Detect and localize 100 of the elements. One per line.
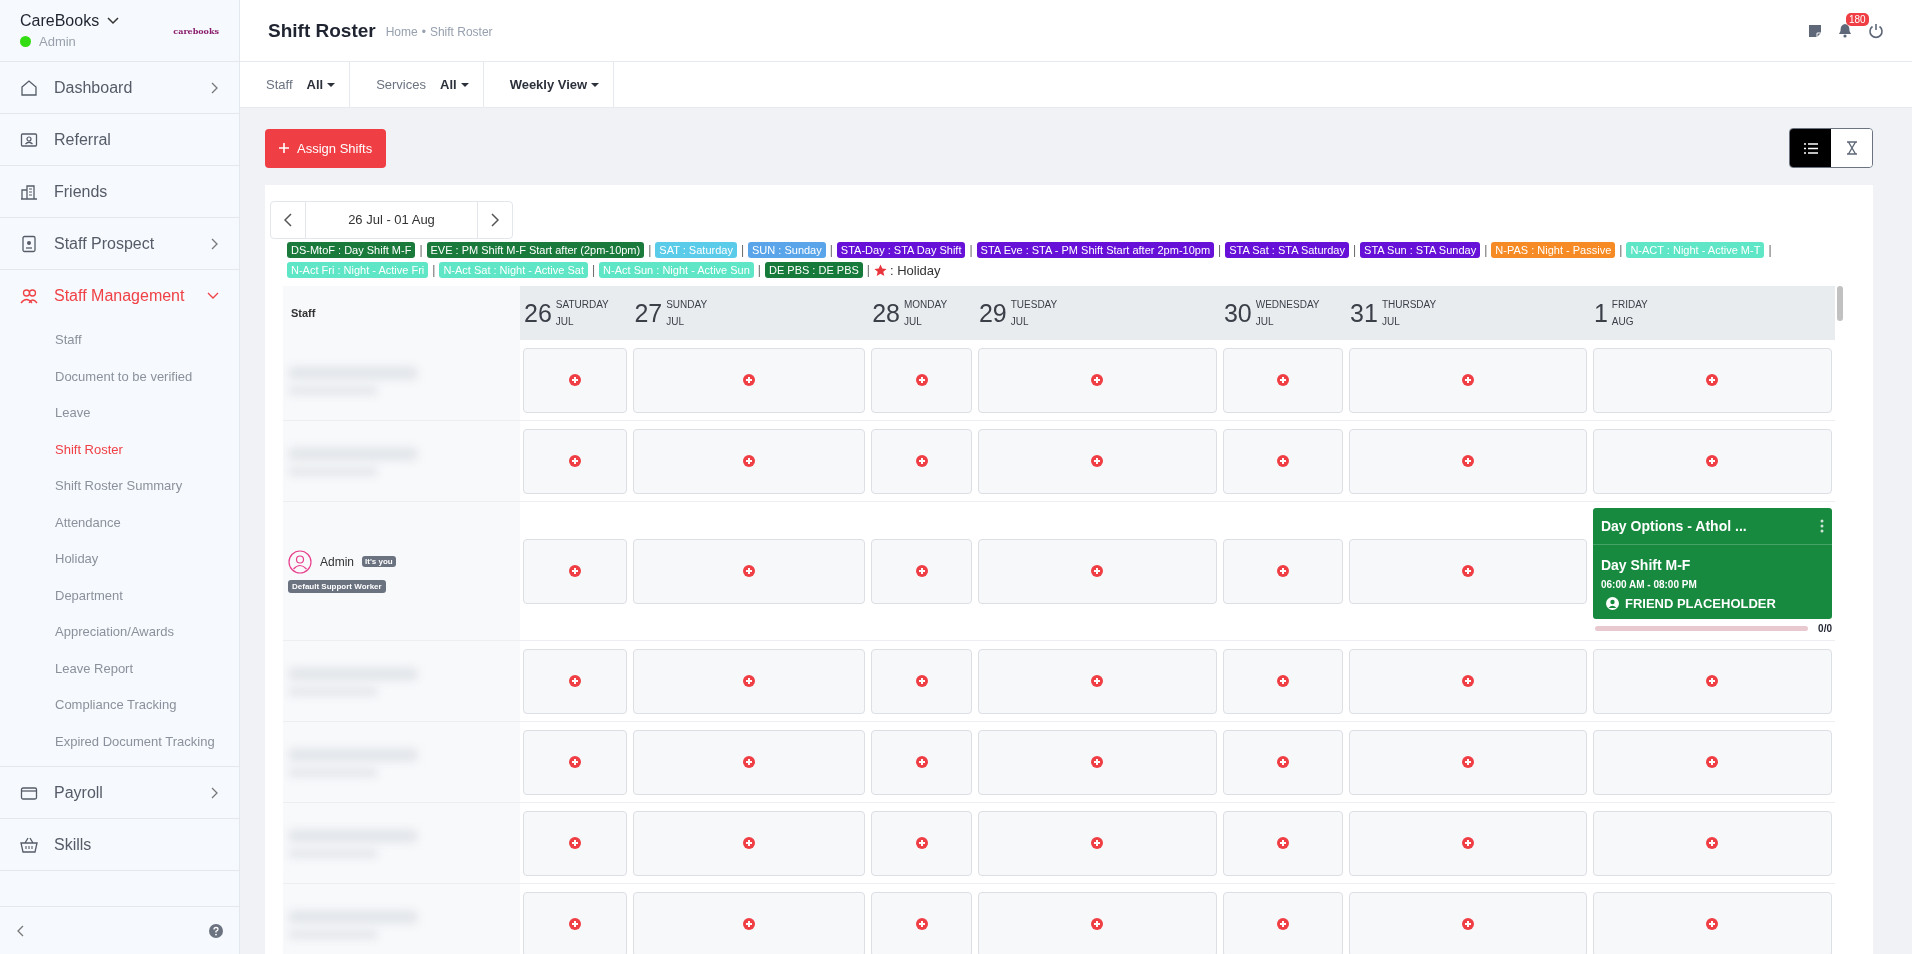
add-shift-slot[interactable]	[977, 347, 1217, 413]
shift-card[interactable]: Day Options - Athol ... Day Shift M-F 06:00 AM - 08:00 PM FRIEND PLACEHOLDER	[1592, 508, 1832, 619]
legend-tag: N-Act Sat : Night - Active Sat	[439, 262, 588, 278]
add-shift-slot[interactable]	[1349, 810, 1587, 876]
add-shift-slot[interactable]	[1592, 347, 1832, 413]
add-shift-slot[interactable]	[977, 729, 1217, 795]
view-toggle[interactable]	[1831, 129, 1872, 167]
add-shift-slot[interactable]	[633, 538, 866, 604]
add-shift-slot[interactable]	[871, 729, 972, 795]
plus-circle-icon	[1706, 918, 1719, 930]
day-number: 30	[1223, 298, 1252, 328]
view-toggle[interactable]	[1790, 129, 1831, 167]
add-shift-slot[interactable]	[633, 810, 866, 876]
add-shift-slot[interactable]	[633, 891, 866, 954]
sidebar-subitem[interactable]: Compliance Tracking	[0, 687, 239, 724]
bell-icon[interactable]	[1838, 23, 1852, 38]
add-shift-slot[interactable]	[1349, 729, 1587, 795]
plus-circle-icon	[1277, 918, 1290, 930]
plus-circle-icon	[1462, 918, 1475, 930]
scrollbar-thumb[interactable]	[1837, 286, 1843, 321]
add-shift-slot[interactable]	[977, 538, 1217, 604]
brand-menu[interactable]: CareBooks	[20, 12, 120, 30]
breadcrumb-link[interactable]: Shift Roster	[429, 24, 493, 39]
sidebar-item[interactable]: Staff Management	[0, 270, 239, 322]
collapse-chevron-icon[interactable]	[16, 924, 24, 937]
add-shift-slot[interactable]	[977, 428, 1217, 494]
day-number: 28	[872, 298, 900, 328]
add-shift-slot[interactable]	[523, 891, 628, 954]
sidebar-subitem[interactable]: Document to be verified	[0, 358, 239, 395]
sidebar-subitem[interactable]: Leave Report	[0, 650, 239, 687]
add-shift-slot[interactable]	[1349, 891, 1587, 954]
filter-dropdown[interactable]: Weekly View	[509, 77, 600, 92]
add-shift-slot[interactable]	[1349, 538, 1587, 604]
add-shift-slot[interactable]	[523, 428, 628, 494]
add-shift-slot[interactable]	[633, 648, 866, 714]
list-icon	[1803, 142, 1818, 154]
add-shift-slot[interactable]	[1592, 428, 1832, 494]
add-shift-slot[interactable]	[871, 347, 972, 413]
assign-shifts-button[interactable]: Assign Shifts	[265, 128, 387, 168]
help-icon[interactable]	[209, 923, 223, 938]
add-shift-slot[interactable]	[871, 428, 972, 494]
sidebar-subitem[interactable]: Shift Roster	[0, 431, 239, 468]
filter-dropdown[interactable]: All	[440, 77, 469, 92]
add-shift-slot[interactable]	[523, 347, 628, 413]
legend-tag: SUN : Sunday	[748, 242, 826, 258]
add-shift-slot[interactable]	[633, 729, 866, 795]
add-shift-slot[interactable]	[1592, 729, 1832, 795]
legend-separator: |	[1352, 243, 1357, 257]
add-shift-slot[interactable]	[523, 729, 628, 795]
add-shift-slot[interactable]	[871, 810, 972, 876]
add-shift-slot[interactable]	[1222, 891, 1344, 954]
add-shift-slot[interactable]	[523, 810, 628, 876]
add-shift-slot[interactable]	[523, 648, 628, 714]
power-icon[interactable]	[1868, 22, 1884, 39]
add-shift-slot[interactable]	[1592, 891, 1832, 954]
add-shift-slot[interactable]	[633, 428, 866, 494]
add-shift-slot[interactable]	[977, 810, 1217, 876]
breadcrumb-link[interactable]: Home	[385, 24, 418, 39]
add-shift-slot[interactable]	[1349, 428, 1587, 494]
sidebar-subitem[interactable]: Expired Document Tracking	[0, 723, 239, 760]
sidebar-item[interactable]: Referral	[0, 114, 239, 166]
sidebar-item[interactable]: Friends	[0, 166, 239, 218]
plus-circle-icon	[915, 675, 928, 687]
sticky-note-icon[interactable]	[1808, 23, 1822, 38]
add-shift-slot[interactable]	[1592, 648, 1832, 714]
add-shift-slot[interactable]	[1222, 810, 1344, 876]
add-shift-slot[interactable]	[1592, 810, 1832, 876]
sidebar-subitem[interactable]: Staff	[0, 322, 239, 359]
month-label: JUL	[666, 316, 685, 327]
sidebar-item[interactable]: Dashboard	[0, 62, 239, 114]
sidebar-item[interactable]: Staff Prospect	[0, 218, 239, 270]
sidebar-subitem[interactable]: Appreciation/Awards	[0, 614, 239, 651]
sidebar-subitem[interactable]: Shift Roster Summary	[0, 468, 239, 505]
add-shift-slot[interactable]	[1222, 648, 1344, 714]
add-shift-slot[interactable]	[1222, 428, 1344, 494]
add-shift-slot[interactable]	[1222, 538, 1344, 604]
add-shift-slot[interactable]	[1349, 648, 1587, 714]
add-shift-slot[interactable]	[871, 538, 972, 604]
sidebar-subitem[interactable]: Leave	[0, 395, 239, 432]
add-shift-slot[interactable]	[1222, 347, 1344, 413]
add-shift-slot[interactable]	[977, 891, 1217, 954]
more-options-icon[interactable]	[1820, 519, 1824, 533]
add-shift-slot[interactable]	[1349, 347, 1587, 413]
sidebar-item[interactable]: Payroll	[0, 767, 239, 819]
filter-dropdown[interactable]: All	[306, 77, 336, 92]
add-shift-slot[interactable]	[633, 347, 866, 413]
plus-circle-icon	[569, 455, 582, 467]
chevron-down-icon	[107, 17, 120, 25]
sidebar-item[interactable]: Skills	[0, 819, 239, 871]
sidebar-subitem[interactable]: Attendance	[0, 504, 239, 541]
legend-tag: SAT : Saturday	[655, 242, 737, 258]
add-shift-slot[interactable]	[523, 538, 628, 604]
plus-circle-icon	[1462, 675, 1475, 687]
add-shift-slot[interactable]	[871, 891, 972, 954]
add-shift-slot[interactable]	[977, 648, 1217, 714]
add-shift-slot[interactable]	[871, 648, 972, 714]
sidebar-subitem[interactable]: Department	[0, 577, 239, 614]
plus-circle-icon	[743, 675, 756, 687]
sidebar-subitem[interactable]: Holiday	[0, 541, 239, 578]
add-shift-slot[interactable]	[1222, 729, 1344, 795]
